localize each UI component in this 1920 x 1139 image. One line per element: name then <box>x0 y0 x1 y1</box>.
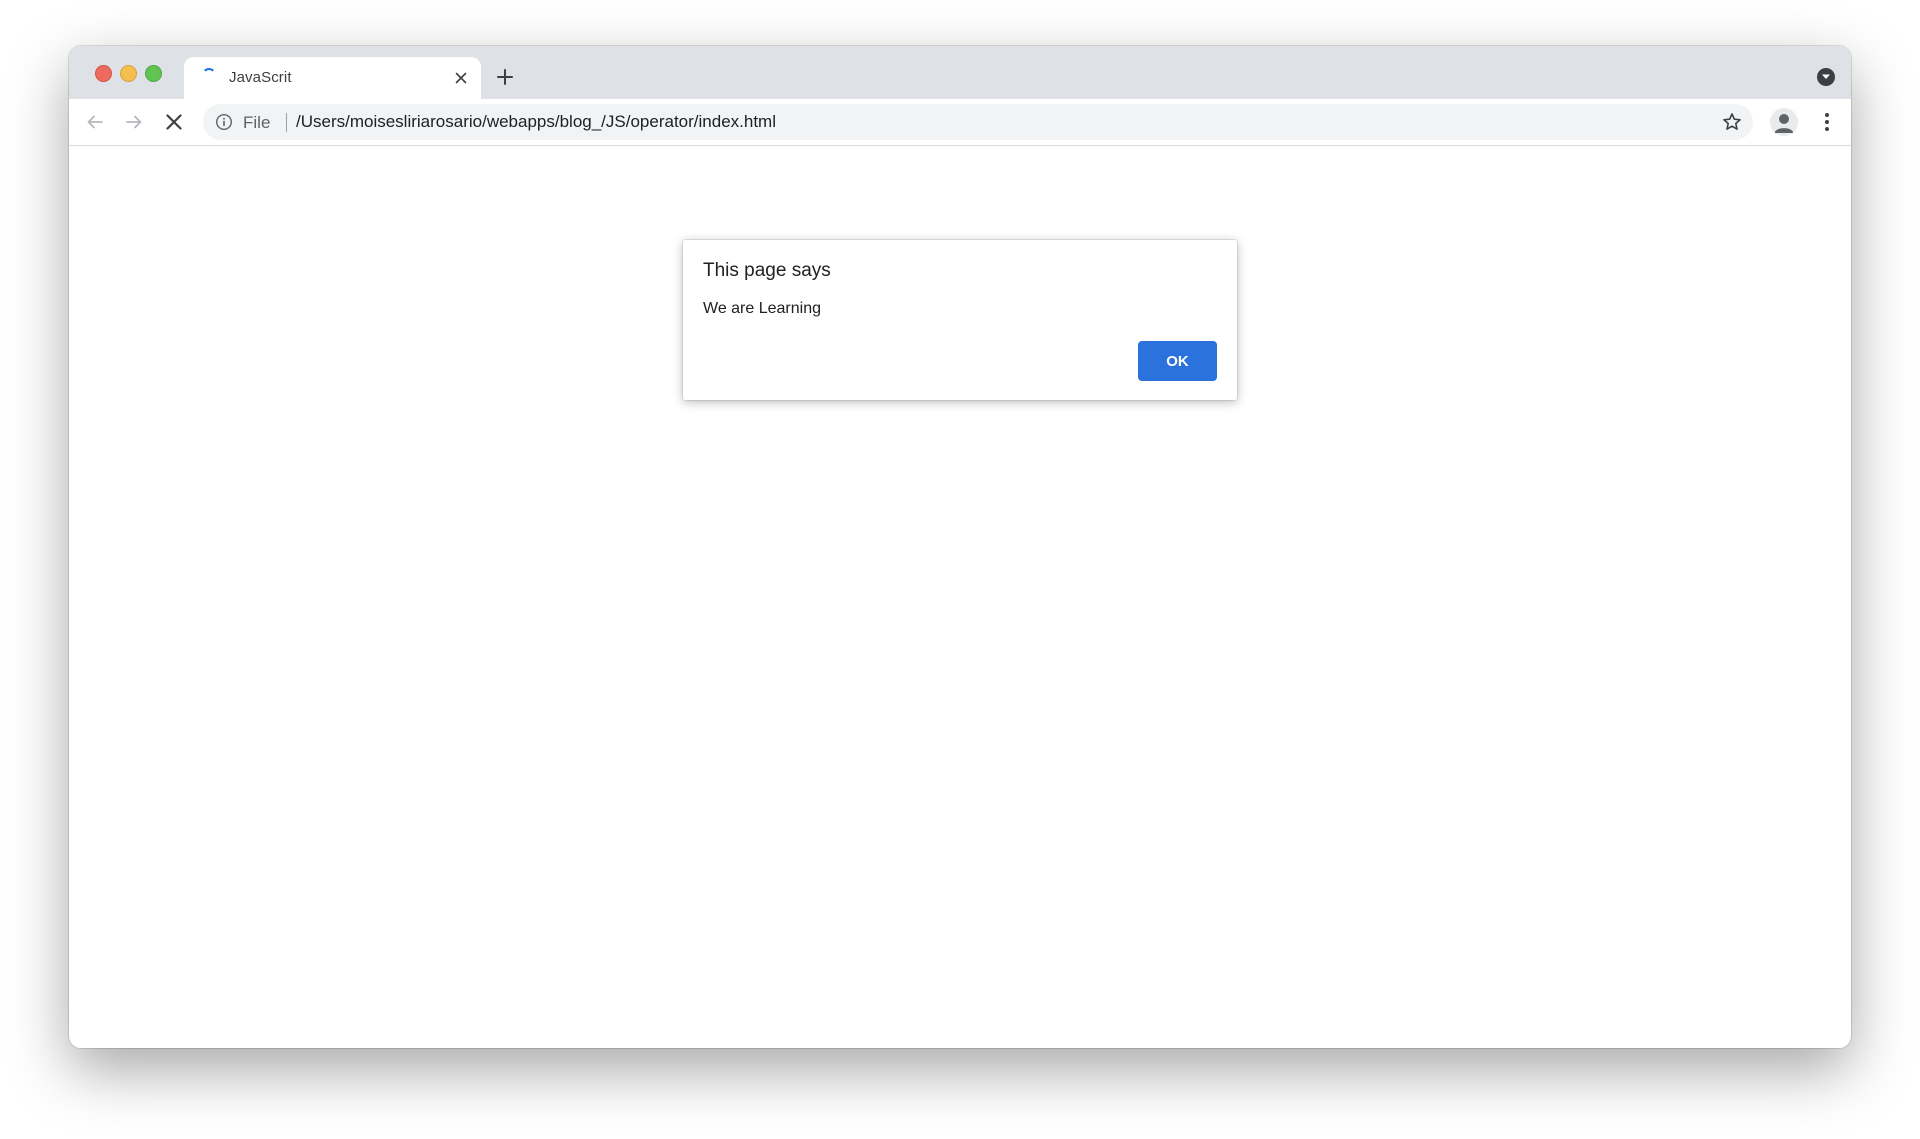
ok-button[interactable]: OK <box>1138 341 1217 381</box>
url-text[interactable]: /Users/moisesliriarosario/webapps/blog_/… <box>296 112 776 132</box>
arrow-left-icon <box>87 115 103 129</box>
tab-active[interactable]: JavaScrit <box>184 57 481 99</box>
window-minimize-button[interactable] <box>120 65 137 82</box>
profile-avatar[interactable] <box>1770 108 1798 136</box>
more-vert-icon <box>1825 113 1829 131</box>
tab-close-button[interactable] <box>451 68 471 88</box>
plus-icon <box>497 69 513 85</box>
forward-button[interactable] <box>120 108 148 136</box>
loading-spinner-icon <box>202 68 216 82</box>
tab-title: JavaScrit <box>229 69 292 86</box>
address-divider <box>286 113 287 132</box>
close-icon <box>455 72 467 84</box>
url-scheme-label: File <box>243 113 271 132</box>
browser-window: JavaScrit File /Users/moisesliriarosario… <box>69 46 1851 1048</box>
browser-toolbar: File /Users/moisesliriarosario/webapps/b… <box>69 99 1851 146</box>
page-content: This page says We are Learning OK <box>69 146 1851 1048</box>
window-maximize-button[interactable] <box>145 65 162 82</box>
address-bar[interactable]: File /Users/moisesliriarosario/webapps/b… <box>203 104 1753 140</box>
alert-dialog: This page says We are Learning OK <box>683 240 1237 400</box>
bookmark-button[interactable] <box>1721 111 1743 133</box>
dialog-message: We are Learning <box>703 300 821 317</box>
tab-search-button[interactable] <box>1817 68 1835 86</box>
window-close-button[interactable] <box>95 65 112 82</box>
chevron-down-icon <box>1822 74 1830 79</box>
arrow-right-icon <box>126 115 142 129</box>
person-icon <box>1774 114 1794 133</box>
new-tab-button[interactable] <box>493 65 517 89</box>
info-icon[interactable] <box>215 113 233 131</box>
tab-strip: JavaScrit <box>69 46 1851 99</box>
back-button[interactable] <box>81 108 109 136</box>
dialog-title: This page says <box>703 260 831 281</box>
stop-loading-button[interactable] <box>160 108 188 136</box>
star-icon <box>1723 113 1741 130</box>
browser-menu-button[interactable] <box>1813 108 1841 136</box>
close-icon <box>166 114 182 130</box>
